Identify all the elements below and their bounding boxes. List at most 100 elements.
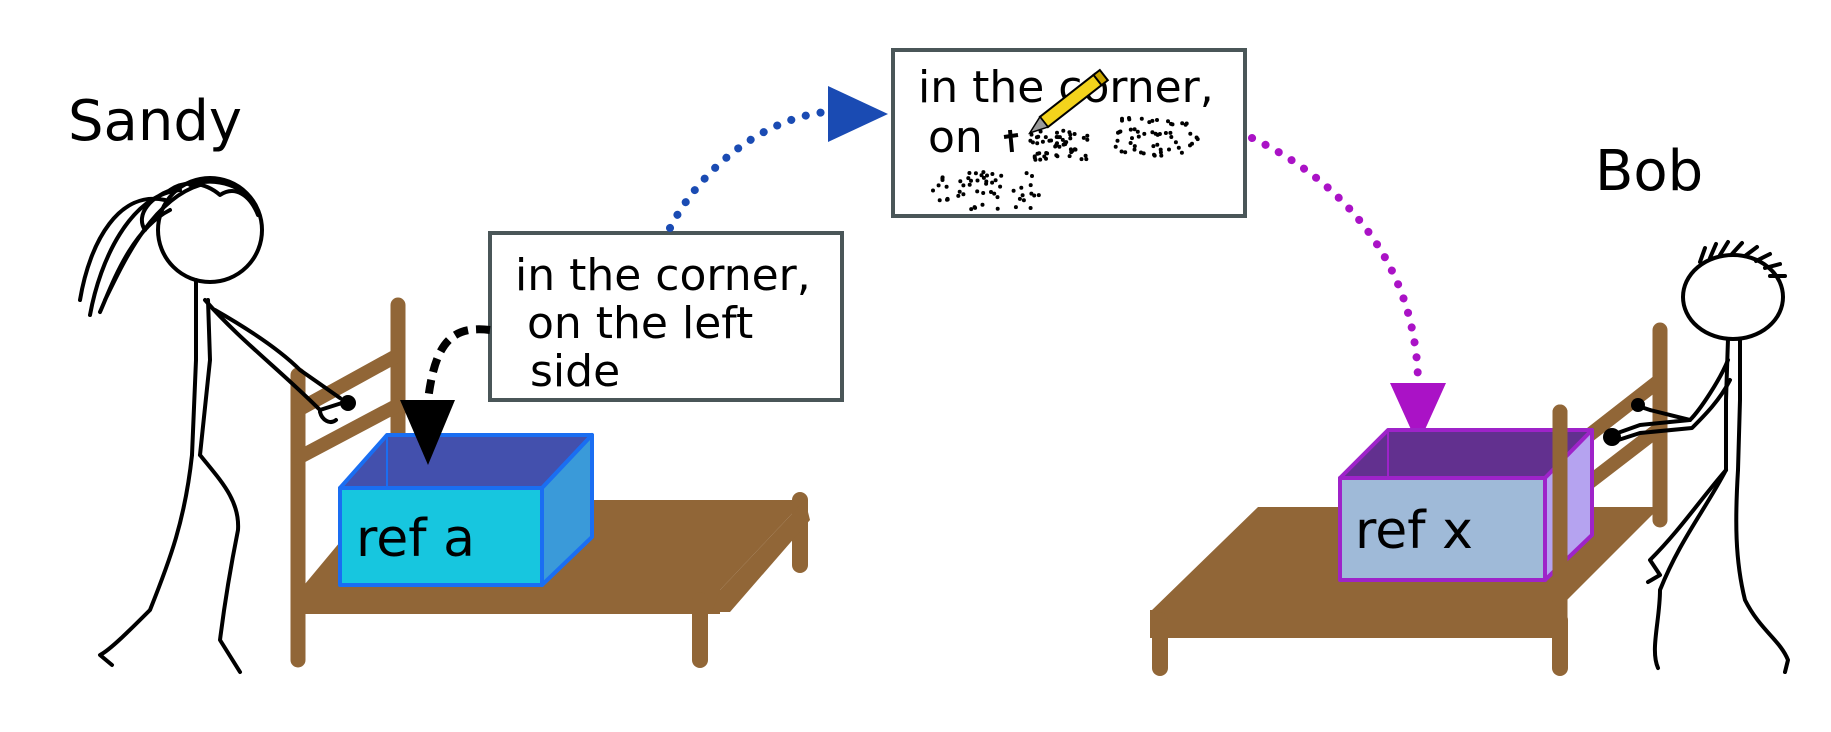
smudge-dot: [1116, 130, 1120, 135]
bob-hand: [1603, 428, 1621, 446]
smudge-dot: [1036, 134, 1041, 139]
smudge-dot: [1019, 185, 1024, 190]
smudge-dot: [1139, 150, 1143, 155]
bob-name: Bob: [1595, 139, 1703, 204]
smudge-dot: [975, 189, 980, 194]
smudge-dot: [980, 202, 985, 207]
smudge-dot: [1047, 138, 1052, 143]
smudge-dot: [998, 184, 1003, 189]
bob-hand-2: [1631, 398, 1645, 412]
smudge-dot: [990, 172, 995, 176]
smudge-dot: [1170, 122, 1175, 127]
smudge-dot: [984, 181, 989, 186]
smudge-dot: [1169, 135, 1174, 139]
smudge-dot: [940, 175, 945, 180]
smudge-dot: [967, 171, 972, 175]
note-transit-line2: on: [928, 112, 983, 163]
smudge-dot: [990, 180, 995, 185]
smudge-dot: [972, 205, 977, 210]
right-box-label: ref x: [1355, 501, 1473, 561]
smudge-dot: [1167, 147, 1171, 152]
smudge-dot: [1152, 153, 1157, 158]
smudge-dot: [999, 173, 1004, 178]
smudge-dot: [1115, 138, 1120, 143]
smudge-dot: [1044, 151, 1049, 155]
smudge-dot: [1128, 127, 1133, 132]
smudge-dot: [1038, 157, 1043, 162]
smudge-dot: [1132, 127, 1137, 132]
smudge-dot: [966, 176, 971, 181]
smudge-dot: [1168, 130, 1173, 135]
smudge-dot: [1033, 157, 1038, 162]
smudge-dot: [1055, 141, 1059, 146]
smudge-dot: [1021, 198, 1026, 203]
smudge-dot: [1070, 148, 1075, 153]
smudge-dot: [1083, 153, 1088, 158]
smudge-dot: [1060, 137, 1065, 142]
smudge-dot: [1188, 143, 1192, 148]
smudge-dot: [931, 188, 935, 193]
smudge-dot: [1020, 193, 1025, 198]
smudge-dot: [958, 179, 963, 184]
smudge-dot: [1142, 131, 1147, 136]
smudge-dot: [1043, 135, 1048, 140]
smudge-dot: [1017, 196, 1022, 201]
smudge-dot: [1032, 193, 1037, 198]
smudge-dot: [1159, 153, 1164, 158]
smudge-dot: [1151, 144, 1156, 149]
smudge-dot: [1155, 142, 1160, 147]
smudge-dot: [1132, 144, 1137, 149]
smudge-dot: [1179, 150, 1184, 155]
smudge-dot: [1130, 136, 1134, 141]
smudge-dot: [967, 182, 972, 187]
smudge-dot: [1030, 174, 1034, 178]
smudge-dot: [961, 192, 966, 197]
smudge-dot: [1040, 139, 1045, 144]
smudge-dot: [1123, 150, 1128, 155]
left-box-label: ref a: [356, 509, 475, 569]
smudge-dot: [1035, 141, 1040, 146]
note-original-line2: on the left: [527, 298, 753, 349]
smudge-dot: [989, 190, 993, 194]
receive-path-arrow: [1248, 134, 1446, 445]
smudge-dot: [993, 178, 998, 183]
diagram-canvas: ref a Sandy in the corner, on the left s…: [68, 48, 1790, 676]
smudge-dot: [981, 191, 986, 195]
smudge-dot: [1028, 138, 1033, 143]
smudge-dot: [1024, 171, 1029, 176]
smudge-dot: [1068, 132, 1073, 137]
smudge-dot: [1183, 122, 1188, 127]
smudge-dot: [1155, 118, 1159, 122]
sandy-name: Sandy: [68, 89, 242, 154]
smudge-dot: [957, 189, 962, 194]
smudge-dot: [1028, 206, 1033, 210]
smudge-dot: [1028, 183, 1033, 188]
smudge-dot: [1081, 135, 1086, 140]
smudge-dot: [1150, 130, 1155, 135]
smudge-dot: [969, 207, 974, 212]
smudge-dot: [1056, 135, 1061, 140]
smudge-dot: [961, 183, 966, 188]
bob-figure: [1610, 240, 1790, 674]
smudge-dot: [1127, 116, 1131, 120]
smudge-dot: [1084, 157, 1089, 162]
smudge-dot: [1188, 131, 1193, 136]
smudge-dot: [1139, 116, 1144, 121]
smudge-dot: [1119, 149, 1124, 154]
smudge-dot: [1068, 136, 1073, 141]
send-path-arrow: [666, 86, 888, 232]
smudge-dot: [1079, 157, 1084, 162]
note-original-line1: in the corner,: [515, 250, 811, 301]
smudge-dot: [1036, 193, 1041, 198]
smudge-dot: [1055, 130, 1059, 135]
smudge-dot: [1055, 154, 1060, 159]
smudge-dot: [973, 171, 978, 176]
note-transit: in the corner, on: [891, 48, 1247, 218]
smudge-dot: [937, 198, 942, 203]
smudge-dot: [975, 178, 980, 183]
smudge-dot: [1085, 133, 1090, 138]
smudge-dot: [1085, 137, 1090, 142]
smudge-dot: [1173, 140, 1178, 145]
smudge-dot: [1150, 118, 1155, 123]
smudge-dot: [995, 195, 1000, 200]
